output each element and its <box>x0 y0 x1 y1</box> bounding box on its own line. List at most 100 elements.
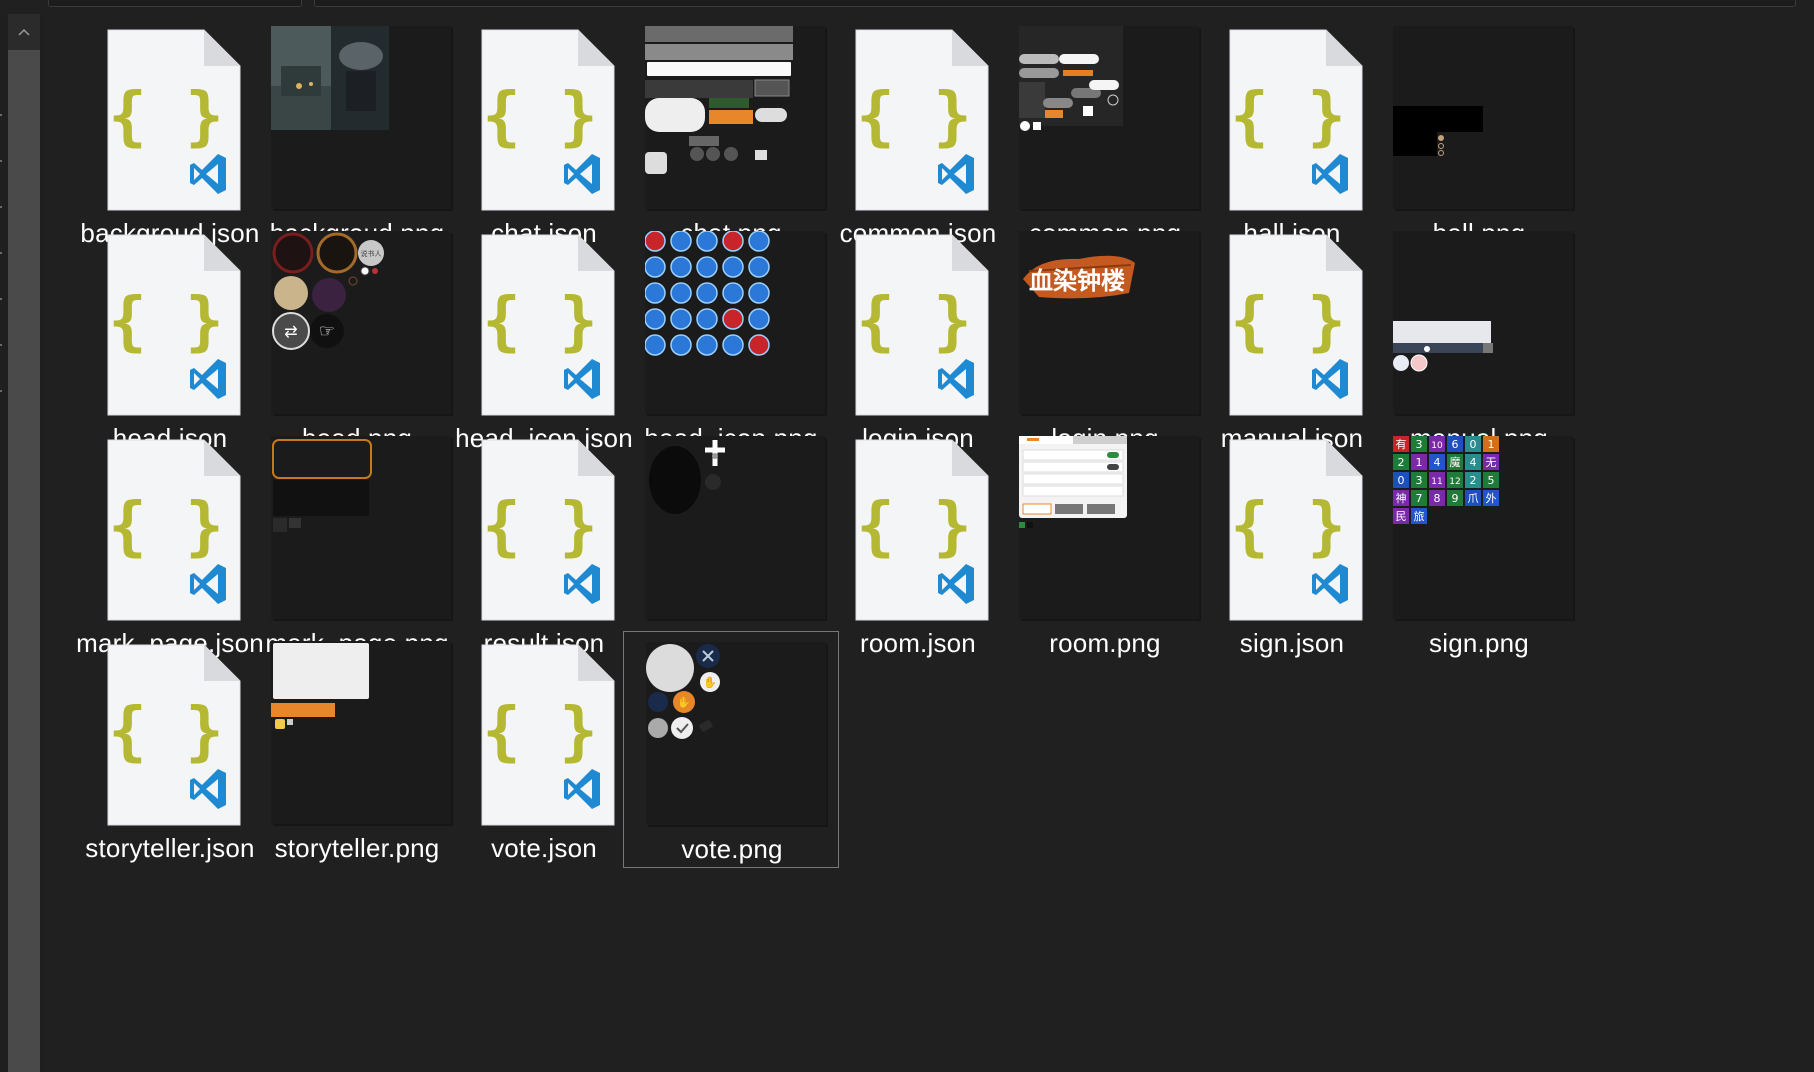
search-bar[interactable] <box>314 0 1796 7</box>
svg-text:11: 11 <box>1431 477 1442 487</box>
file-name-label: vote.json <box>491 833 597 863</box>
file-item-room-json[interactable]: { } room.json <box>810 426 1026 663</box>
svg-text:1: 1 <box>1416 456 1423 469</box>
png-preview-chat-sprites <box>645 26 825 209</box>
file-item-manual-png[interactable]: manual.png <box>1371 221 1587 458</box>
file-item-sign-png[interactable]: 有 3 10 6 0 1 2 1 4 魔 4 无 0 3 11 12 2 5 神 7 8 9 爪外民旅 sign.png <box>1371 426 1587 663</box>
png-preview-head-sprites: 说书人 ⇄ ☞ <box>271 231 451 414</box>
file-item-login-png[interactable]: 血染钟楼 login.png <box>997 221 1213 458</box>
file-item-head-icon-png[interactable]: head_icon.png <box>623 221 839 458</box>
svg-text:{ }: { } <box>1230 285 1346 359</box>
file-item-storyteller-png[interactable]: storyteller.png <box>249 631 465 868</box>
vscode-json-icon: { } <box>104 436 244 624</box>
svg-text:{ }: { } <box>482 80 598 154</box>
file-item-chat-json[interactable]: { } chat.json <box>436 16 652 253</box>
svg-text:9: 9 <box>1452 492 1459 505</box>
vscode-json-icon: { } <box>104 641 244 829</box>
file-item-vote-png[interactable]: ✋ ✋ vote.png <box>623 631 839 868</box>
vscode-json-icon: { } <box>1226 436 1366 624</box>
file-item-mark-page-json[interactable]: { } mark_page.json <box>62 426 278 663</box>
png-preview-common-sprites <box>1019 26 1199 209</box>
svg-text:魔: 魔 <box>1450 455 1461 469</box>
file-item-chat-png[interactable]: chat.png <box>623 16 839 253</box>
svg-text:有: 有 <box>1396 437 1407 451</box>
json-file-icon: { } <box>1206 436 1386 624</box>
svg-text:{ }: { } <box>856 80 972 154</box>
json-file-icon: { } <box>832 231 1012 419</box>
svg-text:12: 12 <box>1449 477 1460 487</box>
file-name-label: sign.png <box>1429 628 1529 658</box>
svg-text:{ }: { } <box>482 490 598 564</box>
file-item-login-json[interactable]: { } login.json <box>810 221 1026 458</box>
svg-text:{ }: { } <box>1230 80 1346 154</box>
svg-text:{ }: { } <box>1230 490 1346 564</box>
vscode-json-icon: { } <box>478 436 618 624</box>
json-file-icon: { } <box>832 436 1012 624</box>
file-item-result-json[interactable]: { } result.json <box>436 426 652 663</box>
vscode-json-icon: { } <box>1226 26 1366 214</box>
svg-text:7: 7 <box>1416 492 1423 505</box>
image-thumbnail <box>1393 26 1573 214</box>
file-item-common-png[interactable]: common.png <box>997 16 1213 253</box>
file-item-sign-json[interactable]: { } sign.json <box>1184 426 1400 663</box>
vscode-json-icon: { } <box>852 436 992 624</box>
file-item-storyteller-json[interactable]: { } storyteller.json <box>62 631 278 868</box>
file-item-head-json[interactable]: { } head.json <box>62 221 278 458</box>
json-file-icon: { } <box>1206 26 1386 214</box>
svg-text:{ }: { } <box>856 490 972 564</box>
file-item-vote-json[interactable]: { } vote.json <box>436 631 652 868</box>
scrollbar-thumb[interactable] <box>8 50 40 1072</box>
file-item-hall-json[interactable]: { } hall.json <box>1184 16 1400 253</box>
svg-text:{ }: { } <box>856 285 972 359</box>
image-thumbnail: 有 3 10 6 0 1 2 1 4 魔 4 无 0 3 11 12 2 5 神 7 8 9 爪外民旅 <box>1393 436 1573 624</box>
file-item-mark-page-png[interactable]: mark_page.png <box>249 426 465 663</box>
json-file-icon: { } <box>84 436 264 624</box>
png-preview-icon-sheet <box>644 230 825 414</box>
svg-text:{ }: { } <box>482 695 598 769</box>
svg-text:{ }: { } <box>108 490 224 564</box>
png-preview-storyteller-sprites <box>271 641 451 824</box>
svg-text:0: 0 <box>1470 438 1477 451</box>
file-item-head-icon-json[interactable]: { } head_icon.json <box>436 221 652 458</box>
svg-text:血染钟楼: 血染钟楼 <box>1029 267 1125 295</box>
svg-text:2: 2 <box>1470 474 1477 487</box>
file-name-label: room.png <box>1049 628 1161 658</box>
image-thumbnail: 说书人 ⇄ ☞ <box>271 231 451 419</box>
file-item-hall-png[interactable]: hall.png <box>1371 16 1587 253</box>
image-thumbnail <box>271 436 451 624</box>
vscode-json-icon: { } <box>852 26 992 214</box>
json-file-icon: { } <box>84 26 264 214</box>
image-thumbnail <box>644 230 825 419</box>
file-item-common-json[interactable]: { } common.json <box>810 16 1026 253</box>
json-file-icon: { } <box>458 641 638 829</box>
svg-text:无: 无 <box>1486 456 1497 469</box>
address-bar[interactable] <box>48 0 302 7</box>
file-item-result-png[interactable]: result.png <box>623 426 839 663</box>
file-item-head-png[interactable]: 说书人 ⇄ ☞ head.png <box>249 221 465 458</box>
svg-text:⇄: ⇄ <box>284 324 297 341</box>
file-item-backgroud-json[interactable]: { } backgroud.json <box>62 16 278 253</box>
json-file-icon: { } <box>1206 231 1386 419</box>
file-item-manual-json[interactable]: { } manual.json <box>1184 221 1400 458</box>
image-thumbnail: 血染钟楼 <box>1019 231 1199 419</box>
file-item-room-png[interactable]: room.png <box>997 426 1213 663</box>
svg-text:民: 民 <box>1396 510 1407 523</box>
scroll-up-arrow-icon[interactable] <box>8 14 40 50</box>
svg-text:说书人: 说书人 <box>361 249 382 258</box>
svg-text:✋: ✋ <box>677 696 691 709</box>
file-item-backgroud-png[interactable]: backgroud.png <box>249 16 465 253</box>
image-thumbnail <box>1393 231 1573 419</box>
svg-text:爪: 爪 <box>1468 492 1479 505</box>
svg-text:6: 6 <box>1452 438 1459 451</box>
png-preview-hall-sprites <box>1393 26 1573 209</box>
svg-text:10: 10 <box>1431 441 1443 451</box>
svg-text:神: 神 <box>1396 491 1407 505</box>
svg-text:☞: ☞ <box>319 321 335 341</box>
json-file-icon: { } <box>84 231 264 419</box>
png-preview-mark-sprites <box>271 436 451 619</box>
svg-text:{ }: { } <box>108 695 224 769</box>
image-thumbnail <box>645 436 825 624</box>
json-file-icon: { } <box>458 436 638 624</box>
png-preview-manual-sprites <box>1393 231 1573 414</box>
png-preview-background-scene <box>271 26 451 209</box>
